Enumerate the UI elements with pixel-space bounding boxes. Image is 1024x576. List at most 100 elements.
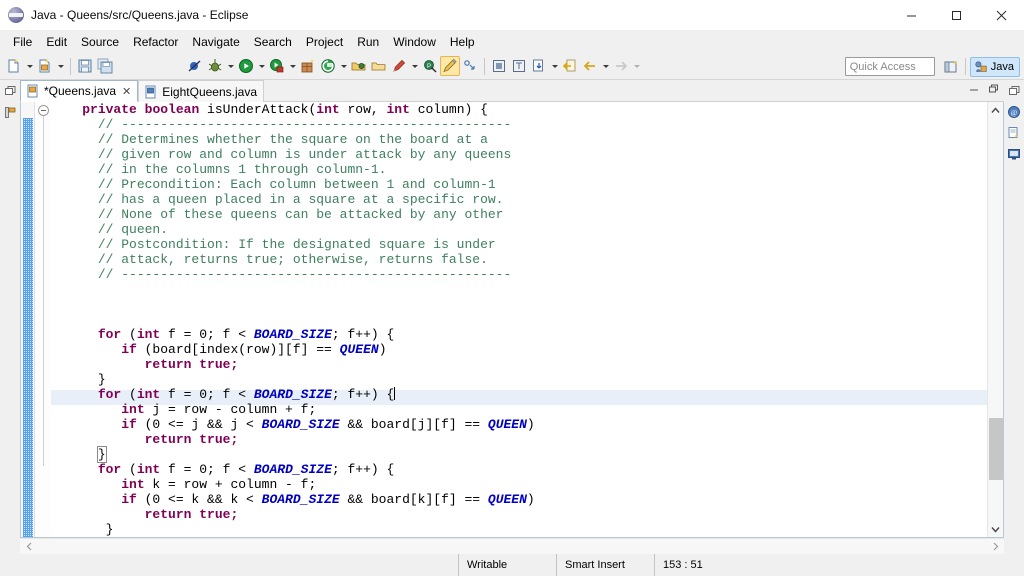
perspective-java-button[interactable]: Java bbox=[970, 57, 1020, 77]
menu-file[interactable]: File bbox=[6, 32, 39, 52]
vertical-scroll-thumb[interactable] bbox=[989, 418, 1003, 480]
tab-row-filler bbox=[264, 80, 964, 102]
fold-collapse-icon[interactable] bbox=[38, 105, 49, 116]
new-wizard-dropdown-icon[interactable] bbox=[24, 56, 35, 76]
external-tools-dropdown-icon[interactable] bbox=[338, 56, 349, 76]
code-token: isUnderAttack( bbox=[199, 102, 316, 117]
code-token: ; f++) { bbox=[332, 462, 394, 477]
horizontal-scrollbar[interactable] bbox=[20, 538, 1004, 554]
forward-dropdown-icon[interactable] bbox=[631, 56, 642, 76]
minimize-button[interactable] bbox=[889, 0, 934, 30]
code-token: // -------------------------------------… bbox=[98, 117, 511, 132]
code-token: (0 <= k && k < bbox=[137, 492, 262, 507]
new-java-class-dropdown-icon[interactable] bbox=[55, 56, 66, 76]
code-token: ) bbox=[379, 342, 387, 357]
next-annotation-icon[interactable] bbox=[509, 56, 529, 76]
vertical-scrollbar[interactable] bbox=[987, 102, 1003, 537]
code-line bbox=[51, 297, 987, 312]
save-all-icon[interactable] bbox=[95, 56, 115, 76]
scroll-up-arrow[interactable] bbox=[988, 102, 1004, 118]
console-view-icon[interactable] bbox=[1006, 146, 1022, 162]
javadoc-view-icon[interactable]: @ bbox=[1006, 104, 1022, 120]
back-history-icon[interactable] bbox=[560, 56, 580, 76]
menu-refactor[interactable]: Refactor bbox=[126, 32, 185, 52]
external-tools-icon[interactable] bbox=[318, 56, 338, 76]
menu-run[interactable]: Run bbox=[350, 32, 386, 52]
last-edit-dropdown-icon[interactable] bbox=[549, 56, 560, 76]
step-return-icon[interactable] bbox=[460, 56, 480, 76]
editor-maximize-icon[interactable] bbox=[987, 83, 1000, 96]
code-line: int k = row + column - f; bbox=[51, 477, 987, 492]
menu-search[interactable]: Search bbox=[247, 32, 299, 52]
debug-icon[interactable] bbox=[205, 56, 225, 76]
forward-history-icon[interactable] bbox=[611, 56, 631, 76]
new-wizard-icon[interactable] bbox=[4, 56, 24, 76]
code-canvas[interactable]: private boolean isUnderAttack(int row, i… bbox=[51, 102, 987, 537]
menu-project[interactable]: Project bbox=[299, 32, 350, 52]
scroll-down-arrow[interactable] bbox=[988, 521, 1004, 537]
code-line: // given row and column is under attack … bbox=[51, 147, 987, 162]
menu-source[interactable]: Source bbox=[74, 32, 126, 52]
code-token: BOARD_SIZE bbox=[262, 417, 340, 432]
run-coverage-dropdown-icon[interactable] bbox=[287, 56, 298, 76]
run-dropdown-icon[interactable] bbox=[256, 56, 267, 76]
run-icon[interactable] bbox=[236, 56, 256, 76]
annotation-ruler[interactable] bbox=[21, 102, 35, 537]
toggle-mark-occurrences-icon[interactable]: P bbox=[420, 56, 440, 76]
new-package-icon[interactable] bbox=[298, 56, 318, 76]
code-token: int bbox=[137, 462, 160, 477]
quick-access-input[interactable]: Quick Access bbox=[845, 57, 935, 76]
tab-close-icon[interactable]: ✕ bbox=[122, 85, 131, 98]
scroll-right-arrow[interactable] bbox=[986, 539, 1004, 555]
search-icon[interactable] bbox=[389, 56, 409, 76]
eclipse-window: Java - Queens/src/Queens.java - Eclipse … bbox=[0, 0, 1024, 576]
menu-window[interactable]: Window bbox=[386, 32, 443, 52]
restore-icon[interactable] bbox=[1006, 83, 1022, 99]
scroll-left-arrow[interactable] bbox=[20, 539, 38, 555]
pencil-highlight-icon[interactable] bbox=[440, 56, 460, 76]
open-task-icon[interactable] bbox=[369, 56, 389, 76]
open-perspective-icon[interactable] bbox=[941, 57, 961, 77]
search-dropdown-icon[interactable] bbox=[409, 56, 420, 76]
tab-queens-java[interactable]: *Queens.java ✕ bbox=[20, 80, 138, 102]
maximize-button[interactable] bbox=[934, 0, 979, 30]
editor-minimize-icon[interactable] bbox=[968, 83, 981, 96]
tab-eightqueens-java[interactable]: EightQueens.java bbox=[138, 80, 264, 102]
menu-help[interactable]: Help bbox=[443, 32, 482, 52]
previous-annotation-icon[interactable] bbox=[489, 56, 509, 76]
fold-range-line bbox=[43, 116, 44, 466]
code-token: int bbox=[316, 102, 339, 117]
back-dropdown-icon[interactable] bbox=[600, 56, 611, 76]
code-token: f = 0; f < bbox=[160, 327, 254, 342]
source-code-text[interactable]: private boolean isUnderAttack(int row, i… bbox=[51, 102, 987, 537]
last-edit-location-icon[interactable] bbox=[529, 56, 549, 76]
code-token: for bbox=[98, 462, 121, 477]
task-list-icon[interactable] bbox=[1006, 125, 1022, 141]
menu-edit[interactable]: Edit bbox=[39, 32, 74, 52]
horizontal-scroll-track[interactable] bbox=[38, 539, 986, 555]
code-line: for (int f = 0; f < BOARD_SIZE; f++) { bbox=[51, 387, 987, 402]
save-icon[interactable] bbox=[75, 56, 95, 76]
restore-icon[interactable] bbox=[2, 83, 18, 99]
svg-text:P: P bbox=[427, 64, 431, 70]
code-line: } bbox=[51, 447, 987, 462]
new-java-class-icon[interactable] bbox=[35, 56, 55, 76]
code-line: // Determines whether the square on the … bbox=[51, 132, 987, 147]
close-button[interactable] bbox=[979, 0, 1024, 30]
menu-navigate[interactable]: Navigate bbox=[185, 32, 246, 52]
vertical-scroll-track[interactable] bbox=[988, 118, 1004, 521]
package-explorer-icon[interactable] bbox=[2, 104, 18, 120]
folding-ruler[interactable] bbox=[35, 102, 51, 537]
code-token: if bbox=[121, 492, 137, 507]
code-token: f = 0; f < bbox=[160, 387, 254, 402]
code-token: row, bbox=[340, 102, 387, 117]
status-writable: Writable bbox=[458, 554, 556, 576]
source-editor[interactable]: private boolean isUnderAttack(int row, i… bbox=[20, 102, 1004, 538]
run-coverage-icon[interactable] bbox=[267, 56, 287, 76]
code-token: // None of these queens can be attacked … bbox=[98, 207, 504, 222]
debug-dropdown-icon[interactable] bbox=[225, 56, 236, 76]
back-nav-icon[interactable] bbox=[580, 56, 600, 76]
open-type-icon[interactable] bbox=[349, 56, 369, 76]
skip-breakpoints-icon[interactable] bbox=[185, 56, 205, 76]
code-line: // in the columns 1 through column-1. bbox=[51, 162, 987, 177]
